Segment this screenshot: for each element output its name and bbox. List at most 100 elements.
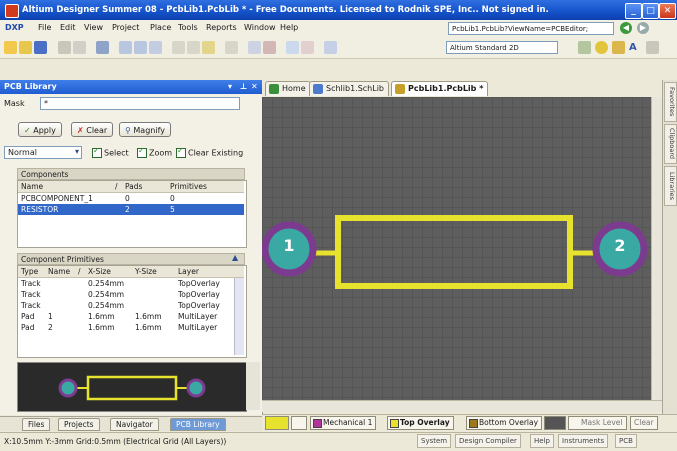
layer-scroll-icon[interactable] (291, 416, 307, 430)
clear-layer-button[interactable]: Clear (630, 416, 658, 430)
paste-icon[interactable] (202, 41, 215, 54)
tab-home[interactable]: Home (265, 81, 311, 96)
tab-libraries[interactable]: Libraries (664, 166, 677, 206)
clear-button[interactable]: ✗ Clear (71, 122, 114, 137)
chevron-down-icon: ▾ (74, 147, 79, 156)
pcb-canvas[interactable]: 1 2 (262, 97, 662, 400)
tab-files[interactable]: Files (22, 418, 51, 431)
back-icon[interactable]: ◀ (620, 22, 632, 34)
tab-mechanical-1[interactable]: Mechanical 1 (310, 416, 377, 430)
zoom-fit-icon[interactable] (96, 41, 109, 54)
primitives-scrollbar[interactable] (234, 278, 244, 355)
save-icon[interactable] (34, 41, 47, 54)
open-file-icon[interactable] (19, 41, 32, 54)
status-instruments[interactable]: Instruments (558, 434, 609, 448)
move-icon[interactable] (248, 41, 261, 54)
magnify-button[interactable]: ⚲ Magnify (119, 122, 171, 137)
close-button[interactable]: ✕ (659, 3, 676, 19)
zoom-area-icon[interactable] (149, 41, 162, 54)
print-preview-icon[interactable] (73, 41, 86, 54)
zoom-out-icon[interactable] (134, 41, 147, 54)
tab-bottom-overlay[interactable]: Bottom Overlay (466, 416, 543, 430)
open-folder-icon[interactable] (4, 41, 17, 54)
app-icon (5, 4, 19, 18)
collapse-chevron-icon[interactable]: ▲ (232, 253, 238, 262)
menu-reports[interactable]: Reports (206, 23, 237, 32)
filter-mode-select[interactable]: Normal ▾ (4, 146, 82, 159)
window-title: Altium Designer Summer 08 - PcbLib1.PcbL… (22, 5, 549, 15)
tab-navigator[interactable]: Navigator (110, 418, 159, 431)
tab-schlib[interactable]: Schlib1.SchLib (309, 81, 390, 96)
select-icon[interactable] (225, 41, 238, 54)
components-header-row: Name / Pads Primitives (18, 181, 244, 193)
undo-icon[interactable] (286, 41, 299, 54)
minimize-button[interactable]: _ (625, 3, 642, 19)
redo-icon[interactable] (301, 41, 314, 54)
body-outline (335, 215, 573, 289)
footprint-drawing (262, 215, 648, 289)
status-system[interactable]: System (417, 434, 452, 448)
pad-2-label: 2 (614, 236, 626, 255)
panel-pin-icon[interactable]: ⊥ (240, 80, 247, 94)
menu-window[interactable]: Window (244, 23, 276, 32)
copy-icon[interactable] (187, 41, 200, 54)
menu-place[interactable]: Place (150, 23, 171, 32)
clear-x-icon: ✗ (77, 126, 87, 135)
status-pcb[interactable]: PCB (615, 434, 637, 448)
maximize-button[interactable]: □ (642, 3, 659, 19)
table-row-selected[interactable]: RESISTOR 2 5 (18, 204, 244, 215)
tab-projects[interactable]: Projects (58, 418, 100, 431)
menu-project[interactable]: Project (112, 23, 139, 32)
tab-clipboard[interactable]: Clipboard (664, 124, 677, 164)
canvas-horizontal-scrollbar[interactable] (262, 400, 662, 412)
table-row[interactable]: Pad 2 1.6mm 1.6mm MultiLayer (18, 322, 244, 333)
tab-mask-level[interactable]: Mask Level (568, 416, 627, 430)
panel-close-icon[interactable]: ✕ (251, 80, 258, 94)
menu-view[interactable]: View (84, 23, 103, 32)
more-tools-icon[interactable] (646, 41, 659, 54)
zoom-in-icon[interactable] (119, 41, 132, 54)
mask-value: * (44, 99, 48, 108)
tab-favorites[interactable]: Favorites (664, 82, 677, 122)
cut-icon[interactable] (172, 41, 185, 54)
panel-menu-icon[interactable]: ▾ (228, 80, 232, 94)
mask-label: Mask (4, 99, 25, 108)
snap-icon[interactable] (578, 41, 591, 54)
table-row[interactable]: Pad 1 1.6mm 1.6mm MultiLayer (18, 311, 244, 322)
print-icon[interactable] (58, 41, 71, 54)
table-row[interactable]: Track 0.254mm TopOverlay (18, 300, 244, 311)
components-heading: Components (17, 168, 245, 180)
tab-pcblib[interactable]: PcbLib1.PcbLib * (391, 81, 489, 96)
zoom-checkbox[interactable]: Zoom (137, 146, 172, 158)
table-row[interactable]: Track 0.254mm TopOverlay (18, 289, 244, 300)
table-row[interactable]: PCBCOMPONENT_1 0 0 (18, 193, 244, 204)
tab-pcb-library[interactable]: PCB Library (170, 418, 226, 431)
component-preview (17, 362, 247, 412)
document-path-field[interactable]: PcbLib1.PcbLib?ViewName=PCBEditor; (448, 22, 614, 35)
primitives-table: Type Name / X-Size Y-Size Layer Track 0.… (17, 265, 247, 358)
menu-edit[interactable]: Edit (60, 23, 76, 32)
forward-icon[interactable]: ▶ (637, 22, 649, 34)
view-config-select[interactable]: Altium Standard 2D (446, 41, 558, 54)
menu-dxp[interactable]: DXP (5, 23, 24, 32)
select-checkbox[interactable]: Select (92, 146, 129, 158)
preview-scrollbar[interactable] (246, 362, 260, 410)
layer-set-icon[interactable] (324, 41, 337, 54)
menu-file[interactable]: File (38, 23, 51, 32)
light-icon[interactable] (595, 41, 608, 54)
menu-help[interactable]: Help (280, 23, 298, 32)
menu-tools[interactable]: Tools (178, 23, 198, 32)
clear-existing-checkbox[interactable]: Clear Existing (176, 146, 243, 158)
current-layer-swatch[interactable] (265, 416, 289, 430)
status-design-compiler[interactable]: Design Compiler (455, 434, 521, 448)
tab-top-overlay[interactable]: Top Overlay (387, 416, 454, 430)
apply-button[interactable]: ✓ Apply (18, 122, 62, 137)
pin-icon[interactable] (612, 41, 625, 54)
mask-input[interactable]: * (40, 97, 240, 110)
table-row[interactable]: Track 0.254mm TopOverlay (18, 278, 244, 289)
layer-nav-icon[interactable] (544, 416, 566, 430)
panel-title-bar: PCB Library ▾ ⊥ ✕ (0, 80, 262, 94)
deselect-icon[interactable] (263, 41, 276, 54)
text-tool-icon[interactable]: A (629, 41, 642, 54)
status-help[interactable]: Help (530, 434, 554, 448)
